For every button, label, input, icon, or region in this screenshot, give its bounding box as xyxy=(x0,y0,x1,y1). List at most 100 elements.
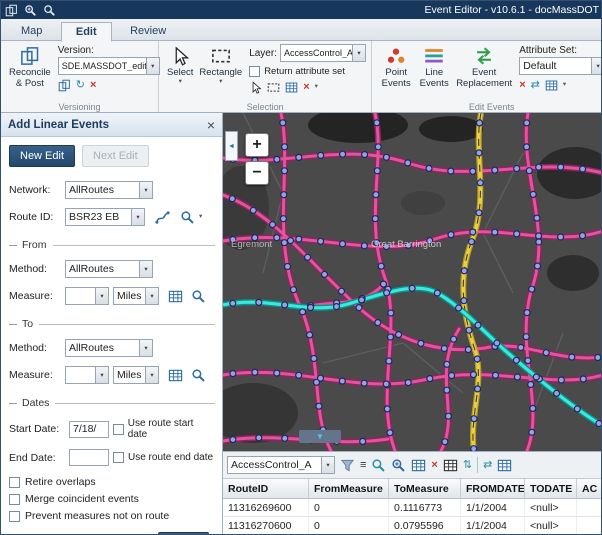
zoom-out-tool-icon[interactable] xyxy=(43,4,56,17)
line-events-icon xyxy=(424,46,444,66)
to-measure-on-map-icon[interactable] xyxy=(168,368,183,383)
chevron-down-icon: ▾ xyxy=(146,58,159,74)
zoom-in-button[interactable]: + xyxy=(245,133,269,157)
new-edit-button[interactable]: New Edit xyxy=(9,145,75,167)
column-header-fromdate[interactable]: FROMDATE xyxy=(461,479,525,498)
use-route-start-date-checkbox[interactable] xyxy=(113,424,124,435)
layer-select[interactable]: AccessControl_A ▾ xyxy=(280,44,366,62)
dashed-rectangle-icon xyxy=(211,46,231,66)
use-route-end-date-label: Use route end date xyxy=(128,452,213,463)
point-events-button[interactable]: Point Events xyxy=(377,44,415,92)
line-events-button[interactable]: Line Events xyxy=(415,44,453,92)
column-header-todate[interactable]: TODATE xyxy=(525,479,577,498)
column-header-ac[interactable]: AC xyxy=(577,479,602,498)
rectangle-button[interactable]: Rectangle ▾ xyxy=(196,44,245,87)
select-button[interactable]: Select ▾ xyxy=(164,44,196,87)
event-editor-window: Event Editor - v10.6.1 - docMassDOT Map … xyxy=(0,0,602,535)
chevron-down-icon: ▾ xyxy=(139,182,152,198)
open-table-icon[interactable] xyxy=(411,458,426,473)
point-events-icon xyxy=(386,46,406,66)
use-route-end-date-checkbox[interactable] xyxy=(113,452,124,463)
refresh-version-icon[interactable]: ↻ xyxy=(76,80,85,91)
close-icon[interactable]: × xyxy=(207,118,215,132)
filter-icon[interactable] xyxy=(340,458,355,473)
tab-review[interactable]: Review xyxy=(116,22,180,40)
chevron-down-icon: ▾ xyxy=(219,79,222,86)
to-measure-label: Measure: xyxy=(9,369,61,381)
delete-version-icon[interactable]: × xyxy=(90,80,96,91)
selection-options-dropdown-icon[interactable]: ▾ xyxy=(315,84,318,91)
column-header-routeid[interactable]: RouteID xyxy=(223,479,309,498)
start-date-input[interactable]: 7/18/ xyxy=(69,421,109,438)
map-canvas[interactable]: Egremont Great Barrington xyxy=(223,113,602,451)
delete-event-icon[interactable]: × xyxy=(519,80,525,91)
table-layer-select[interactable]: AccessControl_A ▾ xyxy=(227,456,335,474)
locate-feature-icon[interactable] xyxy=(391,458,406,473)
zoom-to-feature-icon[interactable] xyxy=(371,458,386,473)
prevent-measures-label: Prevent measures not on route xyxy=(25,510,169,522)
prevent-measures-checkbox[interactable] xyxy=(9,511,20,522)
to-method-select[interactable]: AllRoutes ▾ xyxy=(65,339,153,357)
zoom-to-to-measure-icon[interactable] xyxy=(191,368,206,383)
end-date-input[interactable] xyxy=(69,449,109,466)
zoom-controls: + − xyxy=(245,133,269,185)
from-measure-select[interactable]: ▾ xyxy=(65,287,109,305)
zoom-to-route-icon[interactable] xyxy=(180,210,195,225)
select-by-rectangle-icon[interactable] xyxy=(267,81,280,94)
select-route-on-map-icon[interactable] xyxy=(155,210,170,225)
map-view[interactable]: Egremont Great Barrington ◄ + − ▼ xyxy=(223,113,602,451)
from-method-select[interactable]: AllRoutes ▾ xyxy=(65,260,153,278)
route-id-label: Route ID: xyxy=(9,211,61,223)
merge-coincident-events-checkbox[interactable] xyxy=(9,494,20,505)
title-bar: Event Editor - v10.6.1 - docMassDOT xyxy=(1,1,602,19)
event-attributes-grid-icon[interactable] xyxy=(545,79,558,92)
chevron-down-icon: ▾ xyxy=(95,367,108,383)
next-edit-button[interactable]: Next Edit xyxy=(82,145,149,167)
chevron-down-icon: ▾ xyxy=(145,288,158,304)
version-select[interactable]: SDE.MASSDOT_editor1 ▾ xyxy=(58,57,160,75)
app-pages-icon[interactable] xyxy=(5,4,18,17)
select-attributes-icon[interactable] xyxy=(285,81,298,94)
table-toolbar: AccessControl_A ▾ ≡ × ⇅ ⇄ xyxy=(223,452,602,479)
route-id-select[interactable]: BSR23 EB ▾ xyxy=(65,208,145,226)
from-measure-on-map-icon[interactable] xyxy=(168,289,183,304)
zoom-options-dropdown-icon[interactable]: ▾ xyxy=(199,214,202,221)
create-version-icon[interactable] xyxy=(58,79,71,92)
return-attribute-set-checkbox[interactable] xyxy=(249,66,260,77)
swap-selection-icon[interactable]: ⇄ xyxy=(483,460,492,471)
table-row[interactable]: 11316269600 0 0.1116773 1/1/2004 <null> xyxy=(223,499,602,517)
ribbon-tab-strip: Map Edit Review xyxy=(1,19,602,41)
panel-header: Add Linear Events × xyxy=(1,113,222,137)
collapse-table-button[interactable]: ▼ xyxy=(299,430,341,443)
collapse-panel-button[interactable]: ◄ xyxy=(225,131,238,161)
flip-event-icon[interactable]: ⇄ xyxy=(531,80,540,91)
add-linear-events-panel: Add Linear Events × New Edit Next Edit N… xyxy=(1,113,223,535)
attribute-set-select[interactable]: Default ▾ xyxy=(519,57,602,75)
clear-selection-icon[interactable]: × xyxy=(303,82,309,93)
attribute-list-icon[interactable]: ≡ xyxy=(360,460,366,471)
clear-selection-icon[interactable]: × xyxy=(431,460,437,471)
event-replacement-button[interactable]: Event Replacement xyxy=(453,44,515,92)
zoom-in-tool-icon[interactable] xyxy=(24,4,37,17)
tab-edit[interactable]: Edit xyxy=(61,22,112,42)
column-header-frommeasure[interactable]: FromMeasure xyxy=(309,479,389,498)
sort-icon[interactable]: ⇅ xyxy=(463,460,472,471)
tab-map[interactable]: Map xyxy=(7,22,56,40)
related-tables-icon[interactable] xyxy=(443,458,458,473)
network-select[interactable]: AllRoutes ▾ xyxy=(65,181,153,199)
select-features-icon[interactable] xyxy=(249,81,262,94)
from-unit-select[interactable]: Miles ▾ xyxy=(113,287,159,305)
to-unit-select[interactable]: Miles ▾ xyxy=(113,366,159,384)
reconcile-post-button[interactable]: Reconcile & Post xyxy=(6,44,54,92)
table-options-icon[interactable] xyxy=(497,458,512,473)
column-header-tomeasure[interactable]: ToMeasure xyxy=(389,479,461,498)
zoom-to-from-measure-icon[interactable] xyxy=(191,289,206,304)
zoom-out-button[interactable]: − xyxy=(245,161,269,185)
from-section-header: From xyxy=(9,239,215,251)
edit-options-dropdown-icon[interactable]: ▾ xyxy=(563,82,566,89)
table-row[interactable]: 11316270600 0 0.0795596 1/1/2004 <null> xyxy=(223,517,602,535)
version-label: Version: xyxy=(58,45,160,56)
attribute-table-panel: AccessControl_A ▾ ≡ × ⇅ ⇄ RouteID FromMe… xyxy=(223,451,602,535)
retire-overlaps-checkbox[interactable] xyxy=(9,477,20,488)
to-measure-select[interactable]: ▾ xyxy=(65,366,109,384)
